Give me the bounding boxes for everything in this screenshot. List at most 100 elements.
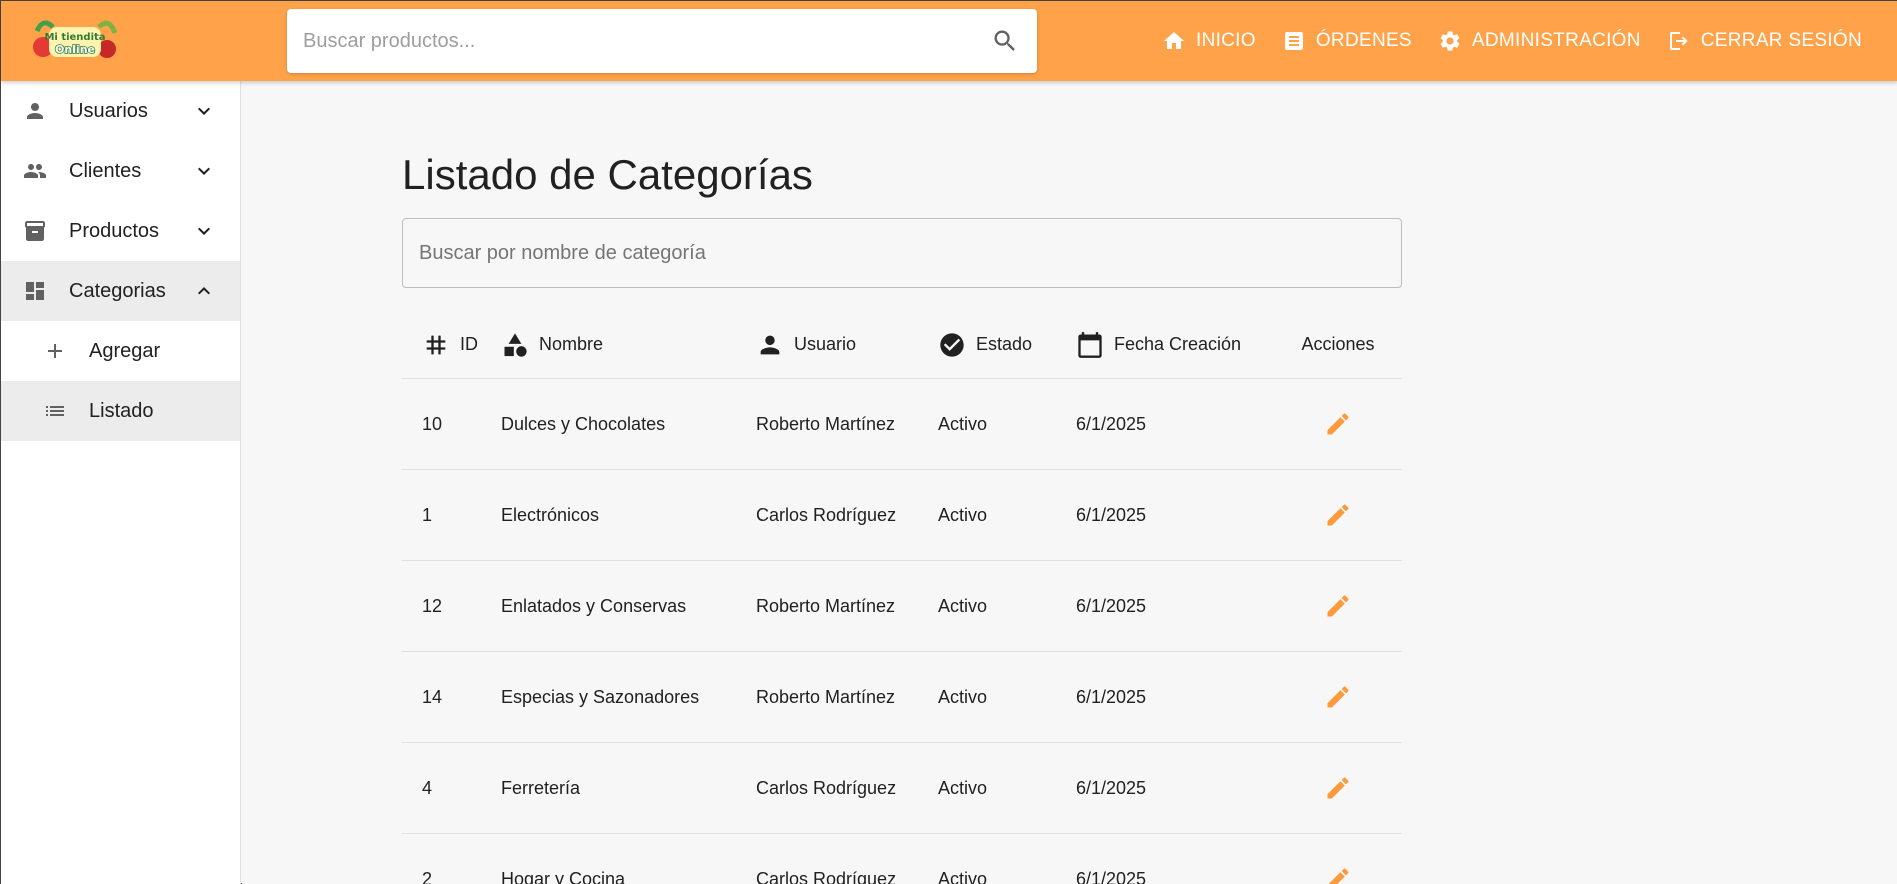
sidebar-subitem-listado[interactable]: Listado (1, 381, 240, 441)
cell-estado: Activo (938, 686, 988, 707)
nav-ordenes-label: ÓRDENES (1315, 30, 1412, 51)
nav-administracion[interactable]: ADMINISTRACIÓN (1438, 29, 1641, 53)
cell-nombre: Ferretería (501, 777, 581, 798)
sidebar-subitem-label: Agregar (89, 339, 161, 362)
pencil-icon (1327, 777, 1349, 799)
column-header-nombre: Nombre (501, 331, 756, 359)
table-header: ID Nombre Usuario Estado Fecha Creación … (402, 311, 1402, 379)
cell-usuario: Carlos Rodríguez (756, 504, 897, 525)
cell-fecha: 6/1/2025 (1076, 595, 1147, 616)
shapes-icon (504, 332, 527, 357)
product-search-box[interactable] (287, 9, 1037, 73)
edit-button[interactable] (1274, 410, 1402, 438)
column-label: Acciones (1301, 334, 1375, 354)
sidebar-item-label: Clientes (69, 159, 142, 182)
sidebar-item-label: Productos (69, 219, 160, 242)
column-label: Nombre (539, 334, 604, 354)
search-icon[interactable] (991, 27, 1019, 55)
cell-usuario: Carlos Rodríguez (756, 777, 897, 798)
nav-cerrar-sesion-label: CERRAR SESIÓN (1700, 30, 1862, 51)
pencil-icon (1328, 868, 1349, 884)
table-row: 4 Ferretería Carlos Rodríguez Activo 6/1… (402, 743, 1402, 834)
cell-fecha: 6/1/2025 (1076, 504, 1147, 525)
cell-usuario: Carlos Rodríguez (756, 868, 897, 884)
cell-fecha: 6/1/2025 (1076, 777, 1147, 798)
categories-table: ID Nombre Usuario Estado Fecha Creación … (402, 311, 1402, 884)
nav-cerrar-sesion[interactable]: CERRAR SESIÓN (1667, 29, 1862, 53)
main-content: Listado de Categorías ID Nombre Usuario … (242, 81, 1897, 884)
dashboard-icon (26, 282, 44, 300)
column-header-usuario: Usuario (756, 331, 938, 359)
page-title: Listado de Categorías (402, 151, 813, 198)
cell-fecha: 6/1/2025 (1076, 413, 1147, 434)
gear-icon (1440, 31, 1460, 51)
column-header-estado: Estado (938, 331, 1076, 359)
cell-nombre: Electrónicos (501, 504, 600, 525)
cell-usuario: Roberto Martínez (756, 595, 896, 616)
edit-button[interactable] (1274, 683, 1402, 711)
column-label: Fecha Creación (1114, 334, 1242, 354)
sidebar-item-categorias[interactable]: Categorias (1, 261, 240, 321)
archive-icon (25, 221, 45, 241)
home-icon (1163, 32, 1184, 49)
edit-button[interactable] (1274, 501, 1402, 529)
cell-estado: Activo (938, 504, 988, 525)
pencil-icon (1327, 413, 1349, 435)
cell-id: 14 (422, 686, 443, 707)
cell-nombre: Dulces y Chocolates (501, 413, 666, 434)
sidebar-subitem-agregar[interactable]: Agregar (1, 321, 240, 381)
column-label: Estado (976, 334, 1033, 354)
top-nav: INICIO ÓRDENES ADMINISTRACIÓN CERRAR SES… (1162, 1, 1862, 81)
cell-estado: Activo (938, 413, 988, 434)
edit-button[interactable] (1274, 774, 1402, 802)
sidebar-item-label: Categorias (69, 279, 166, 302)
cell-estado: Activo (938, 595, 988, 616)
column-header-id: ID (402, 331, 501, 359)
cell-id: 10 (422, 413, 443, 434)
sidebar-subitem-label: Listado (89, 399, 154, 422)
edit-button[interactable] (1274, 592, 1402, 620)
cell-fecha: 6/1/2025 (1076, 686, 1147, 707)
calendar-icon (1078, 331, 1102, 358)
column-header-fecha: Fecha Creación (1076, 331, 1274, 359)
category-search-box[interactable] (402, 218, 1402, 288)
cell-nombre: Especias y Sazonadores (501, 686, 700, 707)
table-row: 2 Hogar y Cocina Carlos Rodríguez Activo… (402, 834, 1402, 884)
cell-id: 4 (422, 777, 433, 798)
sidebar-item-productos[interactable]: Productos (1, 201, 240, 261)
person-icon (760, 335, 780, 354)
svg-text:Mi tiendita: Mi tiendita (44, 32, 105, 43)
sidebar-item-label: Usuarios (69, 99, 148, 122)
top-app-bar: Mi tiendita Online INICIO ÓRDENES ADMINI… (1, 1, 1897, 81)
brand-logo[interactable]: Mi tiendita Online (29, 13, 121, 69)
category-search-input[interactable] (403, 219, 1401, 287)
pencil-icon (1327, 686, 1349, 708)
nav-inicio-label: INICIO (1195, 30, 1256, 51)
column-label: Usuario (794, 334, 857, 354)
table-row: 14 Especias y Sazonadores Roberto Martín… (402, 652, 1402, 743)
chevron-down-icon (198, 227, 210, 235)
receipt-icon (1284, 32, 1303, 50)
plus-icon (48, 344, 62, 358)
nav-ordenes[interactable]: ÓRDENES (1282, 29, 1412, 53)
cell-fecha: 6/1/2025 (1076, 868, 1147, 884)
cell-usuario: Roberto Martínez (756, 686, 896, 707)
cell-estado: Activo (938, 777, 988, 798)
column-label: ID (460, 334, 478, 354)
check-circle-icon (940, 332, 964, 357)
sidebar-item-usuarios[interactable]: Usuarios (1, 81, 240, 141)
cell-usuario: Roberto Martínez (756, 413, 896, 434)
nav-inicio[interactable]: INICIO (1162, 29, 1256, 53)
person-icon (27, 103, 43, 119)
product-search-input[interactable] (303, 9, 983, 73)
cell-estado: Activo (938, 868, 988, 884)
sidebar: Usuarios Clientes Productos Categorias A… (1, 81, 241, 884)
sidebar-item-clientes[interactable]: Clientes (1, 141, 240, 201)
hash-icon (426, 335, 446, 354)
chevron-up-icon (198, 287, 210, 295)
pencil-icon (1327, 504, 1349, 526)
cell-nombre: Hogar y Cocina (501, 868, 626, 884)
edit-button[interactable] (1274, 865, 1402, 884)
people-icon (24, 164, 46, 178)
cell-id: 12 (422, 595, 443, 616)
